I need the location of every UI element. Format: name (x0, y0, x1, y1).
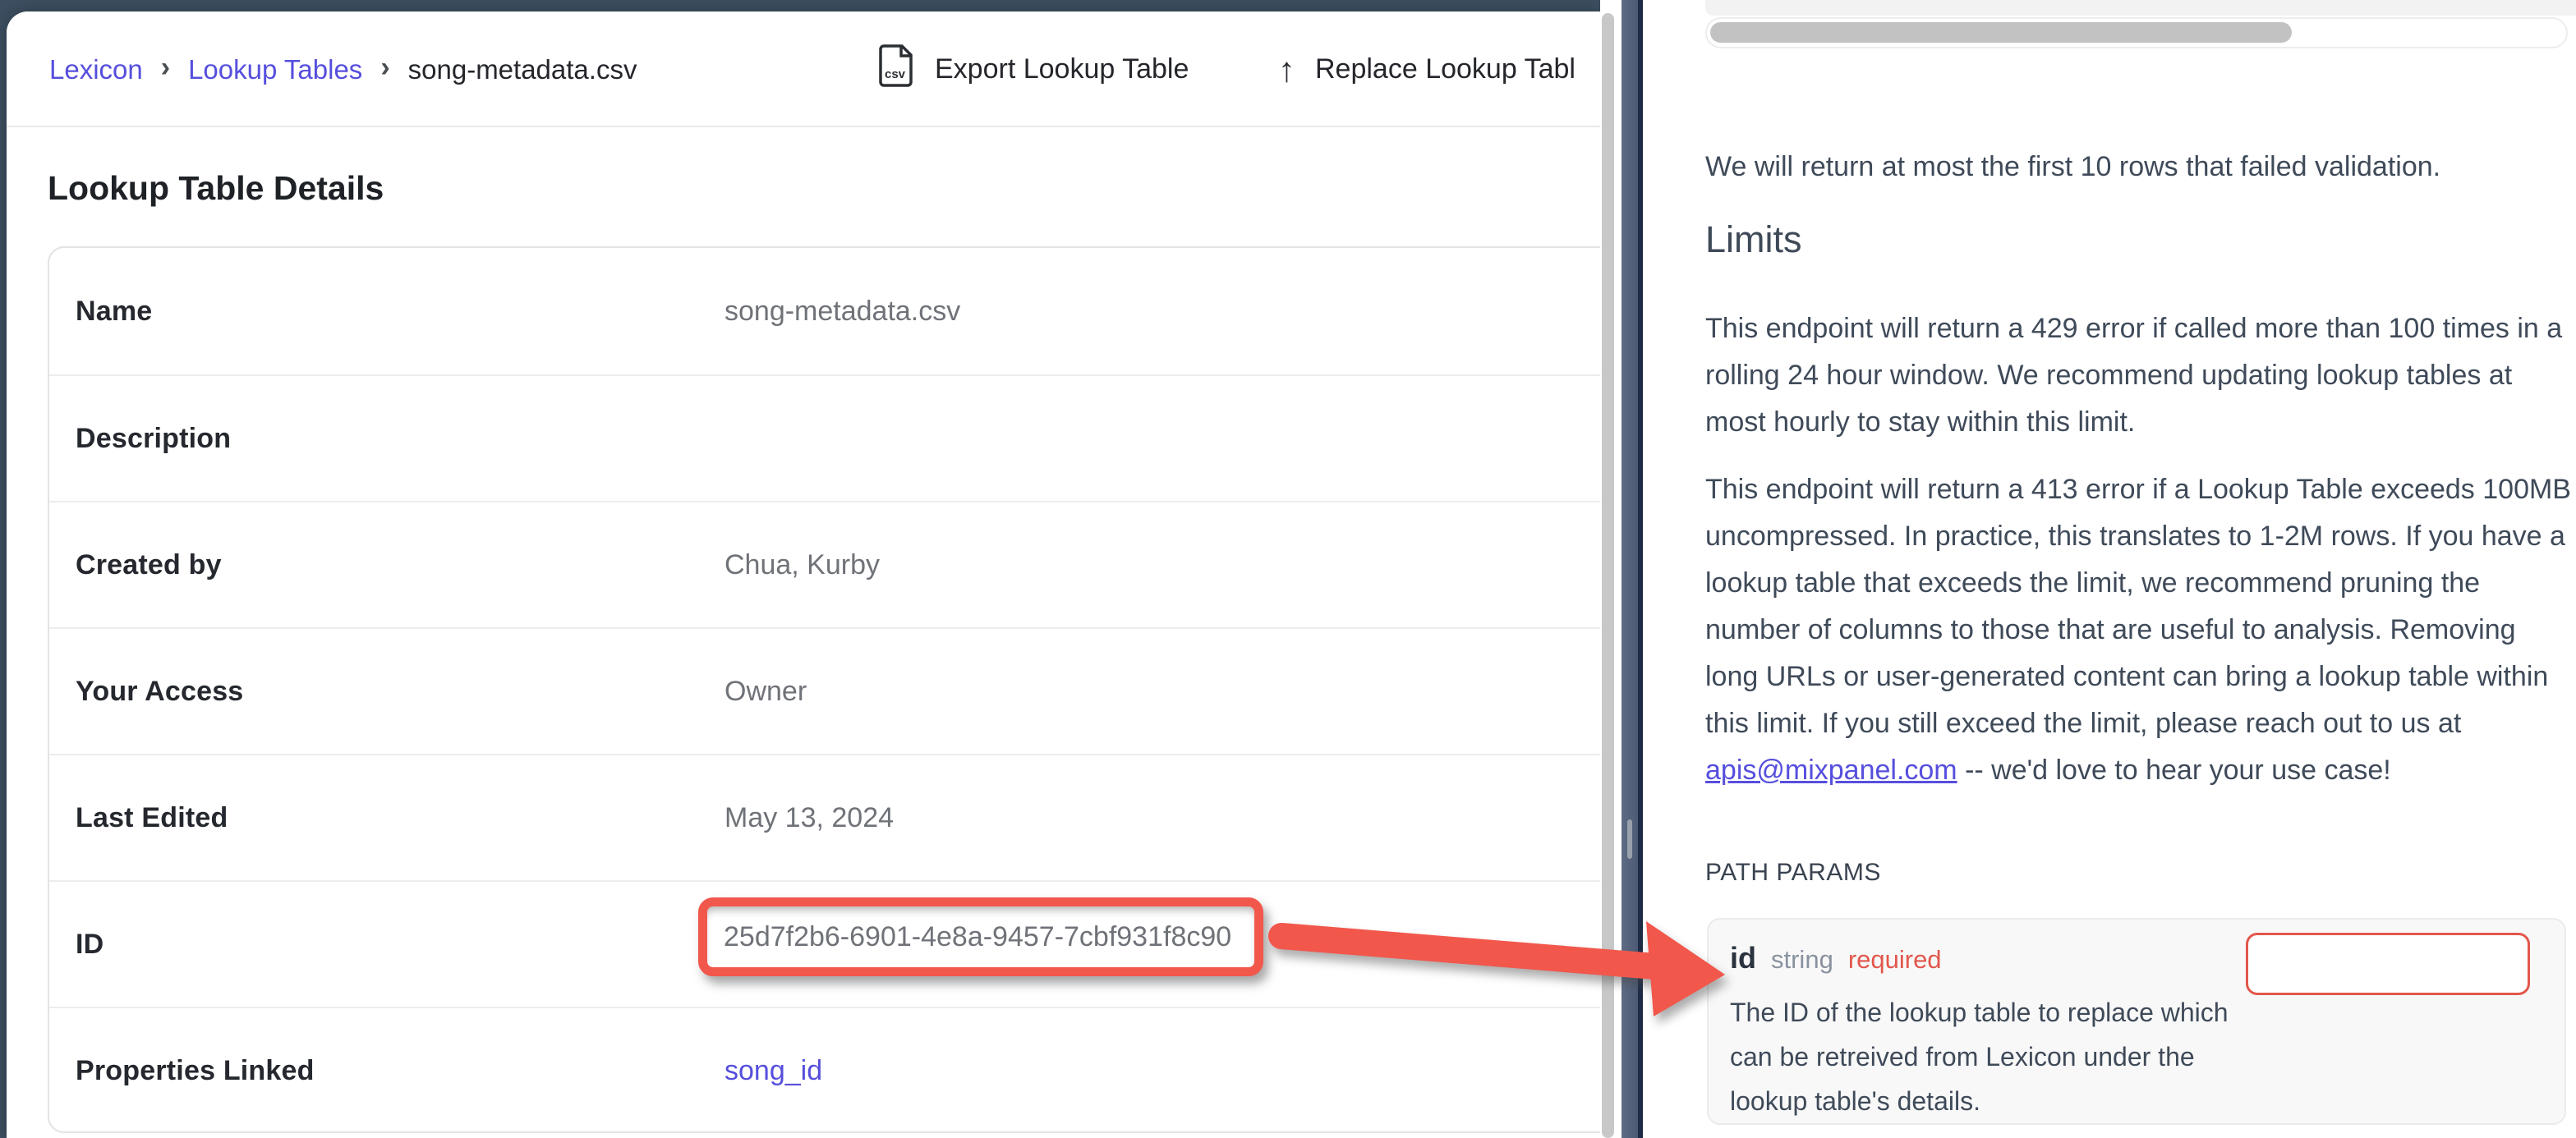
breadcrumb-lexicon[interactable]: Lexicon (49, 54, 143, 85)
horizontal-scrollbar-thumb[interactable] (1710, 22, 2292, 43)
row-label: Your Access (76, 676, 243, 708)
split-divider (1622, 0, 1638, 1138)
detail-row-description: Description (49, 374, 1600, 501)
chevron-right-icon: › (161, 52, 170, 84)
svg-text:csv: csv (885, 67, 906, 81)
csv-file-icon: csv (877, 44, 915, 95)
lookup-table-window: Lexicon › Lookup Tables › song-metadata.… (7, 11, 1600, 1138)
detail-row-id: ID (49, 880, 1600, 1007)
breadcrumb: Lexicon › Lookup Tables › song-metadata.… (49, 11, 637, 127)
row-label: Last Edited (76, 802, 228, 834)
detail-row-name: Name song-metadata.csv (49, 248, 1600, 374)
row-label: ID (76, 929, 104, 961)
row-label: Description (76, 423, 231, 455)
replace-lookup-table-button[interactable]: ↑ Replace Lookup Tabl (1278, 11, 1600, 127)
export-lookup-table-button[interactable]: csv Export Lookup Table (877, 11, 1189, 127)
detail-row-last-edited: Last Edited May 13, 2024 (49, 754, 1600, 880)
row-value: Chua, Kurby (724, 549, 880, 581)
docs-panel: We will return at most the first 10 rows… (1643, 0, 2576, 1138)
path-param-card: id string required The ID of the lookup … (1707, 918, 2566, 1125)
detail-row-your-access: Your Access Owner (49, 627, 1600, 754)
page-title: Lookup Table Details (48, 169, 384, 208)
limits-heading: Limits (1705, 218, 1802, 261)
param-type: string (1771, 945, 1833, 975)
detail-row-properties-linked: Properties Linked song_id (49, 1007, 1600, 1133)
docs-intro-text: We will return at most the first 10 rows… (1705, 146, 2573, 187)
row-value: song-metadata.csv (724, 296, 960, 328)
left-pane-scrollbar-thumb[interactable] (1602, 13, 1614, 1138)
limits-paragraph-2-tail: -- we'd love to hear your use case! (1957, 755, 2391, 786)
row-value: May 13, 2024 (724, 802, 894, 834)
row-label: Name (76, 296, 152, 328)
song-id-link[interactable]: song_id (724, 1055, 822, 1087)
row-label: Properties Linked (76, 1055, 315, 1087)
breadcrumb-lookup-tables[interactable]: Lookup Tables (188, 54, 362, 85)
export-button-label: Export Lookup Table (935, 53, 1189, 85)
divider-drag-handle[interactable] (1627, 819, 1632, 859)
param-description: The ID of the lookup table to replace wh… (1730, 990, 2272, 1123)
window-header: Lexicon › Lookup Tables › song-metadata.… (7, 11, 1600, 127)
breadcrumb-current-file: song-metadata.csv (408, 54, 637, 85)
limits-paragraph-2: This endpoint will return a 413 error if… (1705, 466, 2573, 794)
row-value: Owner (724, 676, 807, 708)
param-required-badge: required (1848, 945, 1942, 975)
mixpanel-email-link[interactable]: apis@mixpanel.com (1705, 755, 1957, 786)
path-params-heading: PATH PARAMS (1705, 859, 1881, 887)
upload-arrow-icon: ↑ (1278, 50, 1295, 89)
chevron-right-icon: › (380, 52, 389, 84)
replace-button-label: Replace Lookup Tabl (1315, 53, 1576, 85)
screenshot-root: Lexicon › Lookup Tables › song-metadata.… (0, 0, 2576, 1138)
row-label: Created by (76, 549, 222, 581)
limits-paragraph-1: This endpoint will return a 429 error if… (1705, 305, 2573, 446)
limits-paragraph-2-text: This endpoint will return a 413 error if… (1705, 474, 2571, 739)
param-name: id (1730, 941, 1756, 975)
lookup-table-details-card: Name song-metadata.csv Description Creat… (48, 246, 1600, 1133)
detail-row-created-by: Created by Chua, Kurby (49, 501, 1600, 627)
code-block-bottom-edge (1705, 0, 2576, 16)
param-id-input[interactable] (2246, 933, 2530, 995)
param-header: id string required (1730, 941, 1942, 975)
